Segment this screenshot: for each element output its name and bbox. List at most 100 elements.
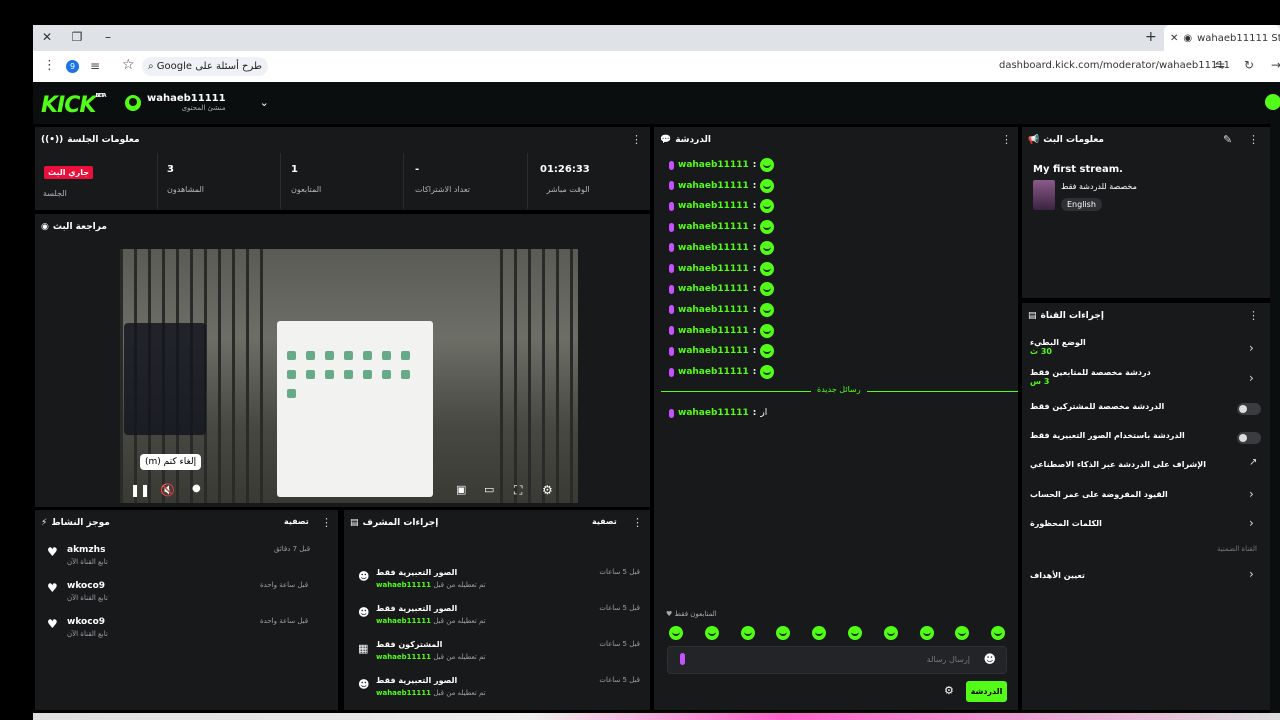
chevron-right-icon[interactable]: ›: [1249, 567, 1254, 581]
mod-action-user[interactable]: wahaeb11111: [376, 581, 431, 589]
stream-info-panel: معلومات البث 📢 ✎ ⋮ My first stream. مخصصة…: [1022, 127, 1270, 298]
session-kebab-icon[interactable]: ⋮: [631, 133, 642, 146]
quick-emote-icon[interactable]: [919, 626, 934, 640]
chevron-down-icon[interactable]: ⌄: [260, 96, 269, 109]
edit-pencil-icon[interactable]: ✎: [1223, 133, 1232, 146]
settings-gear-icon[interactable]: ⚙: [542, 483, 553, 497]
quick-emote-icon[interactable]: [955, 626, 970, 640]
followers-only-text: المتابعون فقط: [674, 610, 717, 618]
site-settings-icon[interactable]: ⇋: [1215, 58, 1225, 72]
chevron-right-icon[interactable]: ›: [1249, 371, 1254, 385]
mod-action-user[interactable]: wahaeb11111: [376, 653, 431, 661]
pause-icon[interactable]: ❚❚: [130, 483, 150, 497]
channel-actions-kebab-icon[interactable]: ⋮: [1248, 309, 1259, 322]
chevron-right-icon[interactable]: ›: [1249, 487, 1254, 501]
quick-emote-icon[interactable]: [812, 626, 827, 640]
stat-value: 3: [167, 164, 174, 175]
kick-logo[interactable]: KICKBETA: [41, 93, 107, 118]
channel-switcher[interactable]: wahaeb11111 منشئ المحتوى ⌄: [125, 93, 269, 112]
url-field[interactable]: dashboard.kick.com/moderator/wahaeb11111: [999, 60, 1230, 71]
reload-icon[interactable]: ↻: [1244, 58, 1254, 72]
chat-username[interactable]: wahaeb11111: [678, 346, 749, 356]
stream-info-title: معلومات البث 📢: [1028, 135, 1104, 145]
toggle-switch[interactable]: [1237, 403, 1261, 415]
mod-action-desc: تم تعطيله من قبل wahaeb11111: [376, 581, 486, 589]
quick-emote-icon[interactable]: [669, 626, 683, 640]
toggle-switch[interactable]: [1237, 432, 1261, 444]
external-link-icon[interactable]: ↗: [1249, 457, 1257, 468]
chat-username[interactable]: wahaeb11111: [678, 408, 749, 418]
chat-username[interactable]: wahaeb11111: [678, 305, 749, 315]
mod-action-user[interactable]: wahaeb11111: [376, 617, 431, 625]
quick-emote-row: [667, 624, 1007, 642]
bookmark-star-icon[interactable]: ☆: [122, 57, 135, 73]
fullscreen-icon[interactable]: ⛶: [514, 483, 522, 498]
language-tag: English: [1061, 198, 1102, 211]
mod-filter-button[interactable]: تصفية: [592, 517, 617, 526]
browser-tab[interactable]: ✕ ◉ wahaeb11111 Stream - Kick: [1164, 25, 1280, 51]
quick-emote-icon[interactable]: [848, 626, 862, 640]
chat-username[interactable]: wahaeb11111: [678, 243, 749, 253]
mute-icon[interactable]: 🔇: [160, 483, 175, 497]
mod-kebab-icon[interactable]: ⋮: [632, 516, 643, 529]
quick-emote-icon[interactable]: [740, 626, 755, 640]
category-name[interactable]: مخصصة للدردشة فقط: [1061, 182, 1137, 191]
stat-value: -: [415, 164, 420, 175]
quick-emote-icon[interactable]: [883, 626, 898, 640]
new-tab-button[interactable]: +: [1145, 29, 1157, 45]
chat-message: wahaeb11111:: [669, 156, 775, 174]
activity-user[interactable]: wkoco9: [67, 617, 108, 627]
chat-settings-icon[interactable]: ⚙: [944, 684, 954, 697]
send-chat-button[interactable]: الدردشة: [966, 681, 1007, 702]
heart-icon: ♥: [47, 545, 58, 559]
browser-menu-icon[interactable]: ⋮: [43, 58, 56, 73]
chat-username[interactable]: wahaeb11111: [678, 222, 749, 232]
profile-badge[interactable]: 9: [66, 60, 79, 73]
mod-actions-title-text: إجراءات المشرف: [362, 518, 439, 528]
chat-username[interactable]: wahaeb11111: [678, 201, 749, 211]
stream-info-kebab-icon[interactable]: ⋮: [1248, 133, 1259, 146]
stat-label: تعداد الاشتراكات: [415, 185, 470, 194]
chevron-right-icon[interactable]: ›: [1249, 516, 1254, 530]
chat-username[interactable]: wahaeb11111: [678, 181, 749, 191]
forward-icon[interactable]: →: [1271, 58, 1280, 72]
minimize-window-icon[interactable]: –: [100, 30, 116, 44]
chat-kebab-icon[interactable]: ⋮: [1001, 133, 1012, 146]
channel-action-label: دردشة مخصصة للمتابعين فقط: [1030, 368, 1151, 377]
disabled-by: تم تعطيله من قبل: [433, 689, 486, 697]
activity-kebab-icon[interactable]: ⋮: [321, 516, 332, 529]
mic-badge-icon: [669, 181, 674, 191]
mod-action-row: ☻ الصور التعبيرية فقط تم تعطيله من قبل w…: [358, 604, 640, 634]
mod-action-user[interactable]: wahaeb11111: [376, 689, 431, 697]
implicit-channel-label: القناة الضمنية: [1217, 545, 1257, 553]
close-window-icon[interactable]: ✕: [39, 30, 55, 44]
chat-username[interactable]: wahaeb11111: [678, 326, 749, 336]
quick-emote-icon[interactable]: [991, 626, 1006, 640]
chat-message: wahaeb11111:: [669, 363, 775, 381]
emote-icon: [760, 344, 775, 359]
activity-user[interactable]: akmzhs: [67, 545, 108, 555]
google-ask-button[interactable]: طرح أسئلة على Google ⌕: [142, 57, 268, 76]
pip-icon[interactable]: ▣: [456, 483, 466, 496]
chevron-right-icon[interactable]: ›: [1249, 341, 1254, 355]
user-avatar[interactable]: [1265, 94, 1280, 110]
theater-icon[interactable]: ▭: [484, 483, 494, 496]
chat-input[interactable]: إرسال رسالة ☻: [667, 646, 1007, 674]
chat-username[interactable]: wahaeb11111: [678, 264, 749, 274]
chat-username[interactable]: wahaeb11111: [678, 284, 749, 294]
mic-badge-icon: [669, 346, 674, 356]
volume-knob[interactable]: ●: [192, 483, 201, 494]
restore-window-icon[interactable]: ❐: [69, 30, 85, 44]
quick-emote-icon[interactable]: [776, 626, 791, 640]
tab-close-icon[interactable]: ✕: [1170, 33, 1178, 44]
sliders-icon: ▤: [1028, 311, 1037, 321]
channel-actions-panel: إجراءات القناة ▤ ⋮: [1022, 303, 1270, 710]
quick-emote-icon[interactable]: [704, 626, 719, 640]
activity-filter-button[interactable]: تصفية: [284, 517, 309, 526]
chat-username[interactable]: wahaeb11111: [678, 160, 749, 170]
category-thumbnail[interactable]: [1033, 180, 1055, 210]
activity-user[interactable]: wkoco9: [67, 581, 108, 591]
emoji-picker-icon[interactable]: ☻: [983, 652, 996, 666]
chat-username[interactable]: wahaeb11111: [678, 367, 749, 377]
reading-list-icon[interactable]: ≡: [90, 59, 100, 73]
